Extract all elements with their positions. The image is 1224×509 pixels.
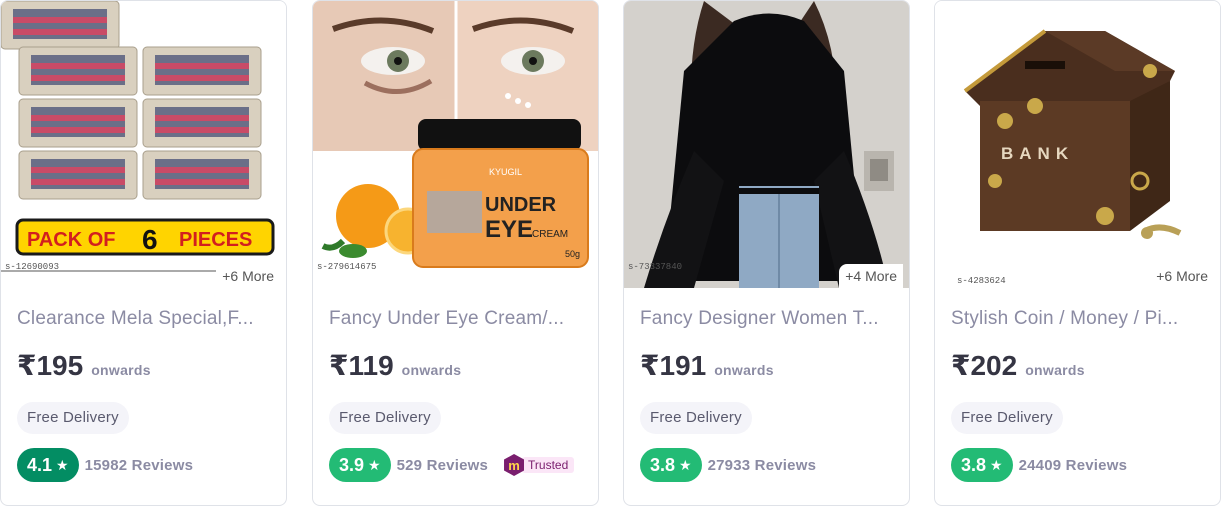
product-card[interactable]: PACK OF 6 PIECES s-12690093 +6 More Clea… [0, 0, 287, 506]
svg-text:BANK: BANK [1001, 144, 1074, 163]
product-sku: s-279614675 [317, 262, 377, 272]
price-row: ₹202 onwards [951, 349, 1085, 382]
rating-badge: 3.9 ★ [329, 448, 391, 482]
price-row: ₹195 onwards [17, 349, 151, 382]
product-grid: PACK OF 6 PIECES s-12690093 +6 More Clea… [0, 0, 1224, 509]
rating-badge: 3.8 ★ [640, 448, 702, 482]
trusted-badge: m Trusted [504, 454, 575, 476]
cream-jar: KYUGIL UNDER EYE CREAM 50g [412, 119, 589, 268]
review-count: 529 Reviews [396, 456, 489, 474]
more-variants-label[interactable]: +6 More [216, 264, 280, 288]
more-variants-label[interactable]: +4 More [839, 264, 903, 288]
product-image[interactable]: KYUGIL UNDER EYE CREAM 50g [313, 1, 598, 288]
product-price: ₹119 [329, 350, 394, 381]
rating-row: 3.8 ★ 24409 Reviews [951, 448, 1127, 482]
free-delivery-badge: Free Delivery [951, 402, 1063, 434]
product-image[interactable] [624, 1, 909, 288]
free-delivery-badge: Free Delivery [17, 402, 129, 434]
onwards-label: onwards [1025, 362, 1085, 378]
svg-text:PIECES: PIECES [179, 229, 252, 251]
meesho-logo-icon: m [504, 454, 525, 476]
svg-text:50g: 50g [565, 249, 580, 259]
product-price: ₹195 [17, 350, 84, 381]
product-sku: s-73337840 [628, 262, 683, 272]
rating-badge: 4.1 ★ [17, 448, 79, 482]
svg-text:PACK OF: PACK OF [27, 229, 116, 251]
product-image[interactable]: BANK [935, 1, 1220, 288]
svg-text:UNDER: UNDER [485, 194, 557, 216]
product-title[interactable]: Stylish Coin / Money / Pi... [951, 308, 1209, 330]
product-title[interactable]: Clearance Mela Special,F... [17, 308, 275, 330]
review-count: 15982 Reviews [84, 456, 194, 474]
product-sku: s-12690093 [5, 262, 60, 272]
price-row: ₹191 onwards [640, 349, 774, 382]
product-image[interactable]: PACK OF 6 PIECES [1, 1, 286, 288]
trusted-label: Trusted [522, 457, 575, 473]
more-variants-label[interactable]: +6 More [1150, 264, 1214, 288]
product-sku: s-4283624 [957, 276, 1006, 286]
product-title[interactable]: Fancy Under Eye Cream/... [329, 308, 587, 330]
rating-row: 3.9 ★ 529 Reviews m Trusted [329, 448, 575, 482]
pack-banner: PACK OF 6 PIECES [15, 218, 275, 256]
onwards-label: onwards [714, 362, 774, 378]
product-title[interactable]: Fancy Designer Women T... [640, 308, 898, 330]
rating-row: 3.8 ★ 27933 Reviews [640, 448, 816, 482]
svg-text:EYE: EYE [485, 216, 533, 243]
svg-text:CREAM: CREAM [532, 229, 568, 240]
rating-value: 3.8 [650, 454, 676, 475]
review-count: 27933 Reviews [707, 456, 817, 474]
free-delivery-badge: Free Delivery [640, 402, 752, 434]
rating-row: 4.1 ★ 15982 Reviews [17, 448, 193, 482]
star-icon: ★ [679, 456, 692, 473]
product-card[interactable]: BANK s-4283624 +6 More Stylish Coin / Mo… [934, 0, 1221, 506]
svg-text:6: 6 [142, 224, 158, 255]
review-count: 24409 Reviews [1018, 456, 1128, 474]
star-icon: ★ [990, 456, 1003, 473]
star-icon: ★ [56, 456, 69, 473]
svg-text:KYUGIL: KYUGIL [489, 167, 522, 177]
star-icon: ★ [368, 456, 381, 473]
product-price: ₹191 [640, 350, 707, 381]
onwards-label: onwards [401, 362, 462, 378]
onwards-label: onwards [91, 362, 151, 378]
free-delivery-badge: Free Delivery [329, 402, 441, 434]
product-card[interactable]: s-73337840 +4 More Fancy Designer Women … [623, 0, 910, 506]
product-price: ₹202 [951, 350, 1018, 381]
price-row: ₹119 onwards [329, 349, 461, 382]
rating-badge: 3.8 ★ [951, 448, 1013, 482]
product-card[interactable]: KYUGIL UNDER EYE CREAM 50g s-279614675 F… [312, 0, 599, 506]
rating-value: 3.9 [339, 454, 365, 475]
rating-value: 4.1 [27, 454, 53, 475]
rating-value: 3.8 [961, 454, 987, 475]
